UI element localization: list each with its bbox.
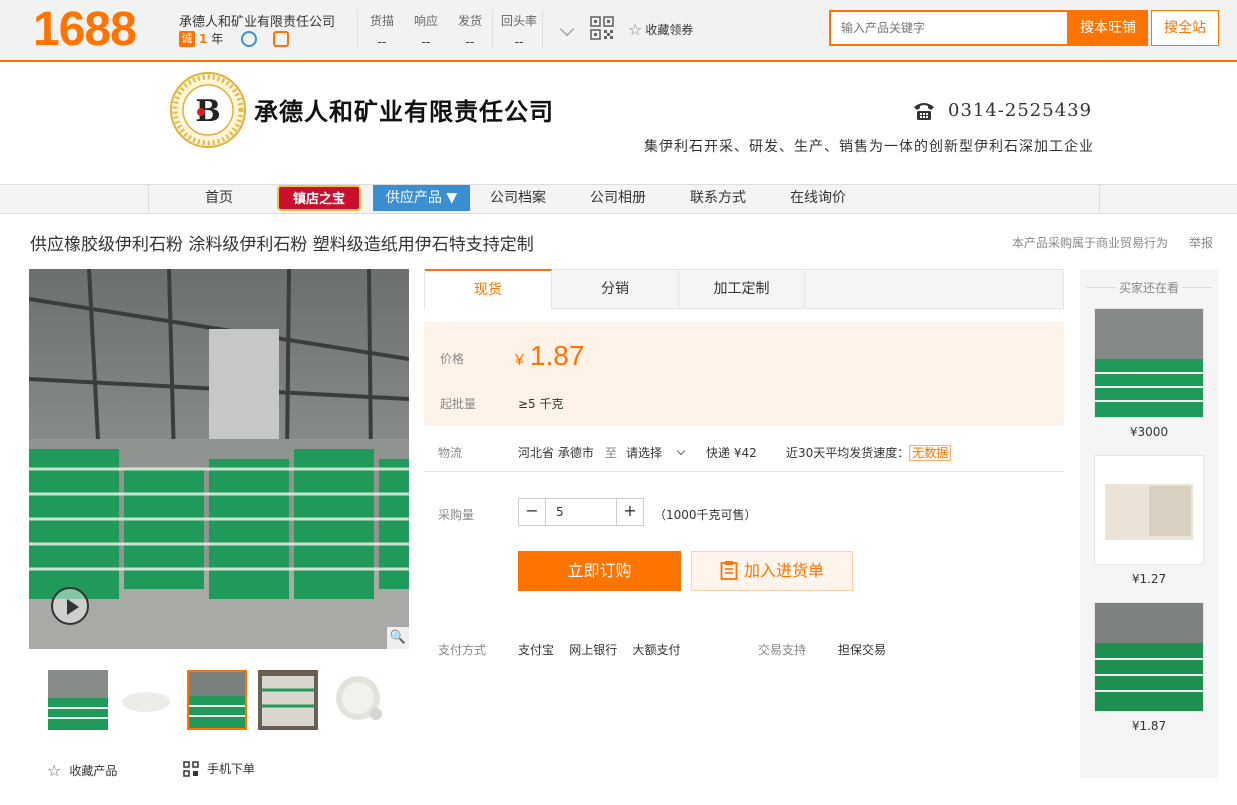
nav-treasure[interactable]: 镇店之宝	[277, 185, 361, 211]
main-product-image[interactable]: 🔍	[29, 269, 409, 649]
logistics-row: 物流 河北省 承德市 至 请选择 快递 ¥42 近30天平均发货速度： 无数据	[424, 432, 1064, 472]
related-item-price: ¥1.27	[1131, 572, 1167, 586]
ship-to: 至	[605, 446, 618, 460]
divider	[357, 10, 358, 48]
moq-value: ≥5 千克	[518, 397, 564, 411]
divider	[542, 10, 543, 48]
telephone-icon	[914, 102, 934, 120]
thumbnail-5[interactable]	[330, 670, 390, 730]
star-icon: ☆	[628, 19, 643, 39]
stat-response: 响应 --	[413, 14, 438, 49]
warehouse-thumb	[48, 670, 108, 730]
qr-code-icon[interactable]	[590, 16, 614, 40]
stat-repurchase: 回头率 --	[500, 14, 537, 49]
company-emblem-icon[interactable]: B	[170, 72, 246, 148]
stat-description: 货描 --	[369, 14, 394, 49]
nav-supply-products[interactable]: 供应产品 ▼	[373, 185, 470, 211]
trade-support-value: 担保交易	[838, 643, 887, 657]
plus-button[interactable]: +	[617, 499, 643, 525]
product-title: 供应橡胶级伊利石粉 涂料级伊利石粉 塑料级造纸用伊石特支持定制	[30, 235, 534, 255]
qty-label: 采购量	[438, 508, 475, 522]
tab-spot[interactable]: 现货	[425, 269, 552, 309]
related-item-image[interactable]	[1094, 308, 1204, 418]
favorite-product[interactable]: ☆ 收藏产品	[47, 761, 117, 780]
clipboard-icon	[720, 561, 738, 580]
related-item-image[interactable]	[1094, 455, 1204, 565]
sidebar-title: 买家还在看	[1080, 279, 1218, 296]
powder-block-photo	[1095, 456, 1203, 564]
payment-methods: 支付宝 网上银行 大额支付	[518, 643, 681, 657]
company-badges: 诚 1 年	[179, 30, 290, 47]
search-shop-button[interactable]: 搜本旺铺	[1068, 10, 1148, 46]
nav-profile[interactable]: 公司档案	[490, 184, 546, 212]
company-link[interactable]: 承德人和矿业有限责任公司	[179, 11, 335, 30]
powder-thumb	[116, 670, 176, 730]
thumbnail-1[interactable]	[48, 670, 108, 730]
related-item-image[interactable]	[1094, 602, 1204, 712]
search-input[interactable]	[829, 10, 1069, 46]
ship-origin: 河北省 承德市	[518, 446, 594, 460]
price-box: 价格 ¥1.87 起批量 ≥5 千克	[424, 322, 1064, 426]
warehouse-photo	[1095, 603, 1203, 711]
phone-number: 0314-2525439	[912, 100, 1092, 121]
warehouse-photo	[1095, 309, 1203, 417]
related-item-price: ¥3000	[1129, 425, 1169, 439]
shop-banner: B 承德人和矿业有限责任公司 0314-2525439 集伊利石开采、研发、生产…	[0, 64, 1237, 184]
related-item-price: ¥1.87	[1131, 719, 1167, 733]
purchase-tabs: 现货 分销 加工定制	[424, 269, 1064, 309]
qr-code-icon	[183, 760, 199, 777]
zoom-icon[interactable]: 🔍	[387, 627, 409, 649]
divider	[492, 10, 493, 48]
chevron-down-icon[interactable]	[559, 21, 575, 37]
warehouse-thumb	[189, 672, 245, 728]
also-viewed-sidebar: 买家还在看 ¥3000 ¥1.27 ¥1.87	[1080, 269, 1218, 778]
price-label: 价格	[440, 352, 465, 366]
search-all-button[interactable]: 搜全站	[1151, 10, 1219, 46]
company-name: 承德人和矿业有限责任公司	[254, 98, 554, 126]
chevron-down-icon	[676, 446, 686, 456]
report-link[interactable]: 举报	[1189, 234, 1213, 251]
top-bar: 1688 承德人和矿业有限责任公司 诚 1 年 货描 -- 响应 -- 发货 -- 回…	[0, 0, 1237, 62]
payment-label: 支付方式	[438, 643, 487, 657]
favorite-coupon[interactable]: ☆ 收藏领券	[628, 21, 693, 38]
play-video-icon[interactable]	[51, 587, 89, 625]
star-icon: ☆	[47, 761, 62, 780]
thumbnail-2[interactable]	[116, 670, 176, 730]
stat-shipping: 发货 --	[457, 14, 482, 49]
destination-select[interactable]: 请选择	[626, 444, 686, 461]
nav-album[interactable]: 公司相册	[590, 184, 646, 212]
add-to-cart-button[interactable]: 加入进货单	[691, 551, 853, 591]
stock-available: （1000千克可售）	[654, 508, 757, 522]
minus-button[interactable]: −	[519, 499, 545, 525]
trade-support-label: 交易支持	[758, 643, 807, 657]
shop-nav: 首页 镇店之宝 供应产品 ▼ 公司档案 公司相册 联系方式 在线询价	[0, 184, 1237, 214]
powder-dish-thumb	[330, 670, 390, 730]
verified-icon[interactable]	[241, 30, 258, 47]
nav-inquiry[interactable]: 在线询价	[790, 184, 846, 212]
bags-thumb	[258, 670, 318, 730]
thumbnail-4[interactable]	[258, 670, 318, 730]
trade-notice[interactable]: 本产品采购属于商业贸易行为	[1012, 234, 1168, 251]
mobile-order[interactable]: 手机下单	[183, 760, 255, 777]
membership-years: 1 年	[199, 32, 224, 46]
site-logo[interactable]: 1688	[33, 4, 137, 56]
price-value: ¥1.87	[515, 340, 585, 371]
nav-contact[interactable]: 联系方式	[690, 184, 746, 212]
quantity-stepper[interactable]: − 5 +	[518, 498, 644, 526]
warehouse-photo	[29, 269, 409, 649]
buy-now-button[interactable]: 立即订购	[518, 551, 681, 591]
nav-home[interactable]: 首页	[205, 184, 233, 212]
thumbnail-3-selected[interactable]	[187, 670, 247, 730]
tab-custom[interactable]: 加工定制	[679, 270, 805, 308]
delivery-speed: 近30天平均发货速度： 无数据	[786, 444, 952, 461]
quantity-input[interactable]: 5	[545, 499, 617, 525]
integrity-badge-icon[interactable]: 诚	[179, 30, 195, 47]
tab-distribution[interactable]: 分销	[552, 270, 679, 308]
logistics-label: 物流	[438, 446, 463, 460]
moq-label: 起批量	[440, 397, 477, 411]
express-fee: 快递 ¥42	[706, 446, 757, 460]
nav-inner: 首页 镇店之宝 供应产品 ▼ 公司档案 公司相册 联系方式 在线询价	[148, 184, 1100, 214]
certificate-icon[interactable]	[273, 30, 290, 47]
company-slogan: 集伊利石开采、研发、生产、销售为一体的创新型伊利石深加工企业	[644, 139, 1094, 155]
